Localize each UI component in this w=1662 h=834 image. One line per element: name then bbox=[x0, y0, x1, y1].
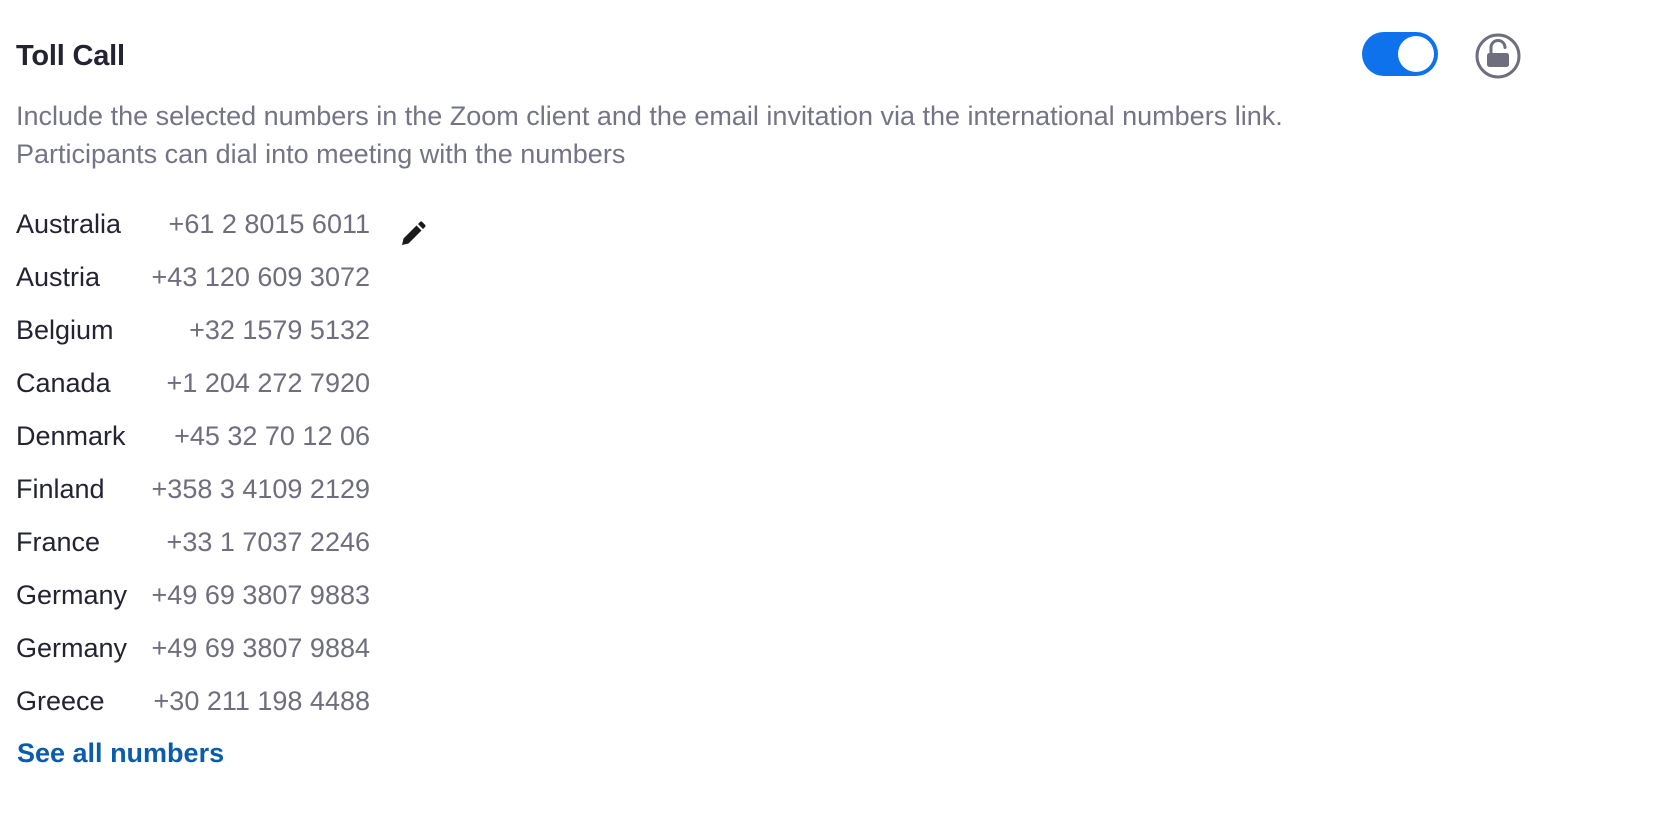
country-name: Belgium bbox=[16, 315, 114, 345]
country-name: Australia bbox=[16, 209, 122, 239]
number-row: Australia +61 2 8015 6011 bbox=[16, 198, 516, 251]
phone-number: +43 120 609 3072 bbox=[151, 262, 370, 292]
toll-call-toggle[interactable] bbox=[1362, 32, 1438, 76]
country-name: Germany bbox=[16, 633, 128, 663]
country-name: Denmark bbox=[16, 421, 126, 451]
toggle-knob bbox=[1398, 36, 1434, 72]
number-row: Germany +49 69 3807 9884 bbox=[16, 622, 516, 675]
country-name: Canada bbox=[16, 368, 111, 398]
description-line-1: Include the selected numbers in the Zoom… bbox=[16, 101, 1283, 131]
see-all-numbers-link[interactable]: See all numbers bbox=[17, 734, 224, 772]
description-line-2: Participants can dial into meeting with … bbox=[16, 139, 626, 169]
phone-number: +61 2 8015 6011 bbox=[168, 209, 370, 239]
number-row: Austria +43 120 609 3072 bbox=[16, 251, 516, 304]
phone-number: +358 3 4109 2129 bbox=[151, 474, 370, 504]
phone-number: +33 1 7037 2246 bbox=[166, 527, 370, 557]
number-row: Greece +30 211 198 4488 bbox=[16, 675, 516, 728]
number-row: Denmark +45 32 70 12 06 bbox=[16, 410, 516, 463]
country-name: Greece bbox=[16, 686, 105, 716]
phone-number: +45 32 70 12 06 bbox=[174, 421, 370, 451]
toll-numbers-list: Australia +61 2 8015 6011 Austria +43 12… bbox=[16, 198, 516, 728]
setting-title: Toll Call bbox=[16, 40, 125, 72]
setting-description: Include the selected numbers in the Zoom… bbox=[16, 97, 1416, 173]
number-row: Belgium +32 1579 5132 bbox=[16, 304, 516, 357]
number-row: France +33 1 7037 2246 bbox=[16, 516, 516, 569]
country-name: Germany bbox=[16, 580, 128, 610]
country-name: Finland bbox=[16, 474, 105, 504]
country-name: Austria bbox=[16, 262, 101, 292]
number-row: Finland +358 3 4109 2129 bbox=[16, 463, 516, 516]
number-row: Canada +1 204 272 7920 bbox=[16, 357, 516, 410]
phone-number: +30 211 198 4488 bbox=[153, 686, 370, 716]
pencil-icon[interactable] bbox=[400, 212, 426, 245]
phone-number: +32 1579 5132 bbox=[189, 315, 370, 345]
number-row: Germany +49 69 3807 9883 bbox=[16, 569, 516, 622]
country-name: France bbox=[16, 527, 101, 557]
phone-number: +49 69 3807 9883 bbox=[151, 580, 370, 610]
toll-call-setting-panel: Toll Call Include the selected numbers i… bbox=[0, 0, 1662, 834]
phone-number: +1 204 272 7920 bbox=[166, 368, 370, 398]
phone-number: +49 69 3807 9884 bbox=[151, 633, 370, 663]
unlocked-padlock-icon[interactable] bbox=[1474, 32, 1522, 80]
